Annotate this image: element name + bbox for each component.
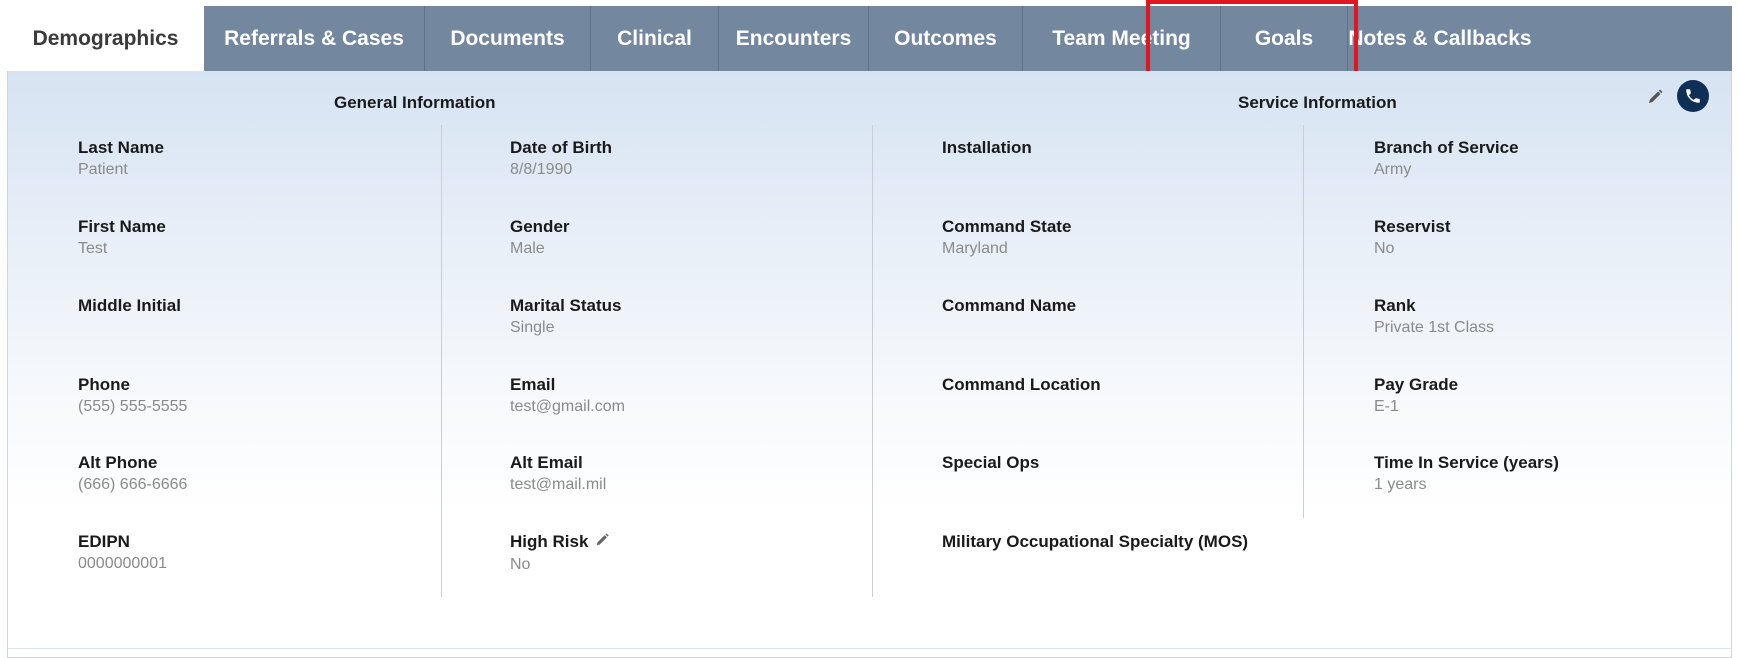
field-alt-email: Alt Email test@mail.mil [510,453,606,495]
field-label: Email [510,375,556,394]
field-label: Command Location [942,375,1101,394]
field-label: Special Ops [942,453,1040,472]
tab-clinical[interactable]: Clinical [591,6,719,71]
pencil-icon[interactable] [594,532,610,553]
field-label: Marital Status [510,296,622,315]
field-label: Pay Grade [1374,375,1459,394]
field-label: Alt Phone [78,453,158,472]
field-label: Command State [942,217,1072,236]
phone-icon[interactable] [1677,80,1709,112]
field-value: 8/8/1990 [510,161,573,178]
field-value: Private 1st Class [1374,319,1495,336]
field-label: Middle Initial [78,296,181,315]
field-value: test@gmail.com [510,398,625,415]
field-edipn: EDIPN 0000000001 [78,532,167,574]
tab-documents[interactable]: Documents [425,6,591,71]
tab-referrals-cases[interactable]: Referrals & Cases [204,6,425,71]
field-value: Army [1374,161,1412,178]
field-label: Installation [942,138,1032,157]
field-label: Date of Birth [510,138,612,157]
field-mos: Military Occupational Specialty (MOS) [942,532,1248,554]
field-value: No [1374,240,1395,257]
field-value: test@mail.mil [510,476,607,493]
field-value: (666) 666-6666 [78,476,188,493]
field-label: Alt Email [510,453,583,472]
field-branch-of-service: Branch of Service Army [1374,138,1519,180]
tab-notes-callbacks[interactable]: Notes & Callbacks [1348,6,1532,71]
tab-demographics[interactable]: Demographics [7,6,204,71]
field-label: Time In Service (years) [1374,453,1559,472]
field-reservist: Reservist No [1374,217,1451,259]
field-value: Male [510,240,545,257]
field-label: Gender [510,217,570,236]
field-label: Reservist [1374,217,1451,236]
field-value: 0000000001 [78,555,167,572]
field-value: No [510,556,531,574]
column-divider [441,125,442,597]
field-value: 1 years [1374,476,1427,493]
field-rank: Rank Private 1st Class [1374,296,1494,338]
pencil-icon[interactable] [1646,88,1664,111]
field-first-name: First Name Test [78,217,166,259]
panel-bottom-divider [8,648,1731,649]
field-gender: Gender Male [510,217,570,259]
field-special-ops: Special Ops [942,453,1039,475]
field-command-state: Command State Maryland [942,217,1071,259]
field-label: Command Name [942,296,1077,315]
field-phone: Phone (555) 555-5555 [78,375,187,417]
field-label: Last Name [78,138,164,157]
field-marital-status: Marital Status Single [510,296,621,338]
field-value: (555) 555-5555 [78,398,188,415]
column-divider [1303,125,1304,518]
field-installation: Installation [942,138,1032,160]
field-label: Branch of Service [1374,138,1519,157]
tab-team-meeting[interactable]: Team Meeting [1023,6,1221,71]
field-pay-grade: Pay Grade E-1 [1374,375,1458,417]
column-divider [872,125,873,597]
tab-encounters[interactable]: Encounters [719,6,869,71]
field-label: Rank [1374,296,1416,315]
field-command-name: Command Name [942,296,1076,318]
field-label: EDIPN [78,532,130,551]
field-value: E-1 [1374,398,1399,415]
high-risk-label: High Risk [510,532,589,551]
field-value: Patient [78,161,128,178]
tab-outcomes[interactable]: Outcomes [869,6,1023,71]
field-label: Military Occupational Specialty (MOS) [942,532,1249,551]
field-label: Phone [78,375,130,394]
general-information-title: General Information [334,93,496,112]
field-value: Maryland [942,240,1008,257]
field-label: First Name [78,217,166,236]
field-last-name: Last Name Patient [78,138,164,180]
field-label: High Risk [510,532,610,553]
tab-goals[interactable]: Goals [1221,6,1348,71]
field-time-in-service: Time In Service (years) 1 years [1374,453,1559,495]
field-high-risk: High Risk No [510,532,610,575]
field-command-location: Command Location [942,375,1101,397]
field-middle-initial: Middle Initial [78,296,181,318]
tab-bar: Demographics Referrals & Cases Documents… [7,6,1732,71]
field-date-of-birth: Date of Birth 8/8/1990 [510,138,612,180]
field-value: Test [78,240,108,257]
field-alt-phone: Alt Phone (666) 666-6666 [78,453,187,495]
field-email: Email test@gmail.com [510,375,625,417]
field-value: Single [510,319,555,336]
service-information-title: Service Information [1238,93,1397,112]
